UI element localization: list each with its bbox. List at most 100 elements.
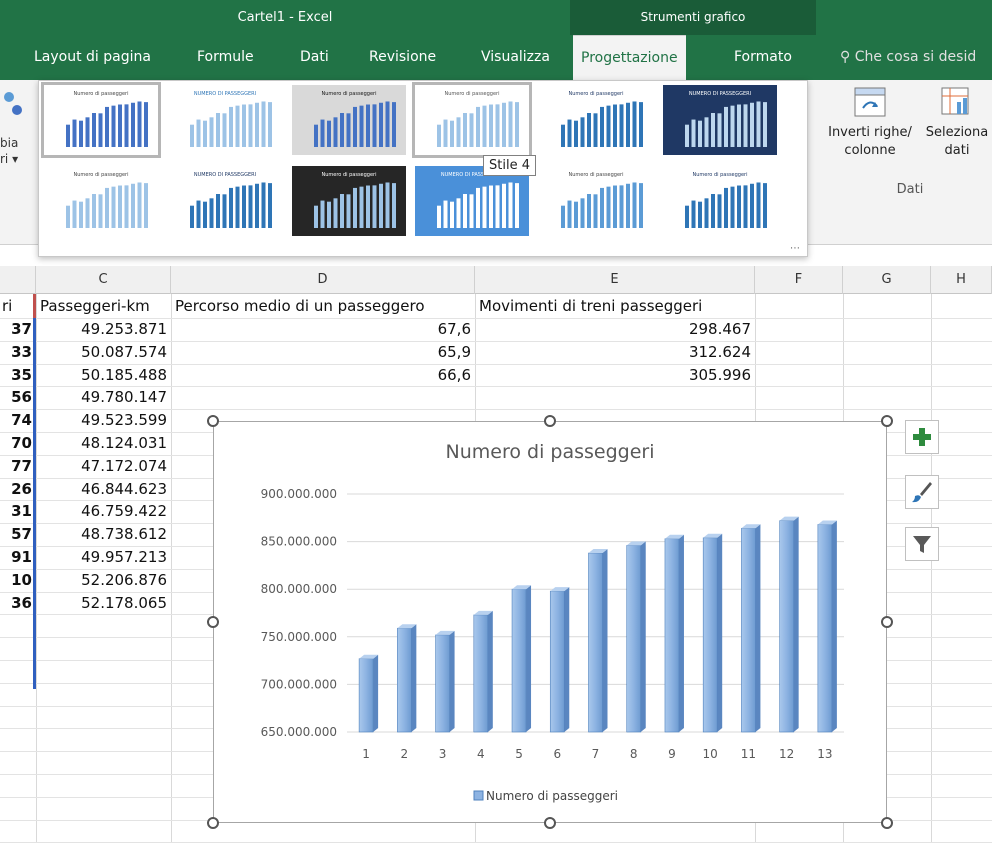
cell-b[interactable]: 33 [0,341,32,363]
cell-e[interactable]: 305.996 [479,364,751,386]
cell-c[interactable]: 49.523.599 [40,409,167,431]
column-header-b[interactable] [0,266,36,294]
chart-style-option[interactable]: Numero di passeggeri [412,82,532,158]
chart-style-option[interactable]: Numero di passeggeri [292,166,406,236]
chart-style-preview-bar [105,106,109,147]
cell-c[interactable]: 46.759.422 [40,500,167,522]
chart-style-preview-bar [606,105,611,147]
chart-style-preview-bar [340,113,344,147]
cell-d[interactable]: 65,9 [175,341,471,363]
filter-icon [913,536,931,553]
chart-style-option[interactable]: Numero di passeggeri [44,166,158,236]
cell-b[interactable]: 37 [0,318,32,340]
tab-visualizza[interactable]: Visualizza [481,35,550,80]
chart-style-preview-bar [222,194,227,228]
header-cell-e[interactable]: Movimenti di treni passeggeri [479,295,702,317]
column-header-f[interactable]: F [755,266,843,294]
tab-layout-di-pagina[interactable]: Layout di pagina [34,35,151,80]
cell-b[interactable]: 77 [0,455,32,477]
gallery-expand-icon[interactable]: ⋯ [790,243,800,254]
cell-d[interactable]: 66,6 [175,364,471,386]
cell-b[interactable]: 26 [0,478,32,500]
style-tooltip: Stile 4 [483,155,536,176]
header-cell-c[interactable]: Passeggeri-km [40,295,150,317]
chart-style-preview-bar [691,200,696,228]
header-cell-b[interactable]: ri [2,295,12,317]
column-header-e[interactable]: E [475,266,755,294]
cell-c[interactable]: 49.253.871 [40,318,167,340]
chart-style-option[interactable]: Numero di passeggeri [292,85,406,155]
chart-style-preview-bar [698,120,702,147]
chart-style-option[interactable]: NUMERO DI PASSEGGERI [663,85,777,155]
column-header-c[interactable]: C [36,266,171,294]
embedded-chart[interactable]: Numero di passeggeri 1 2 3 4 5 6 7 8 9 10 11 12 13 9… [213,421,887,823]
cell-c[interactable]: 50.185.488 [40,364,167,386]
resize-handle[interactable] [544,817,556,829]
chart-bar-side [602,549,608,732]
resize-handle[interactable] [207,616,219,628]
chart-styles-button[interactable] [905,475,939,509]
tell-me-search[interactable]: ⚲ Che cosa si desid [840,35,976,80]
chart-style-option[interactable]: NUMERO DI PASSEGGERI [168,166,282,236]
cell-b[interactable]: 10 [0,569,32,591]
chart-style-option[interactable]: Numero di passeggeri [41,82,161,158]
cell-c[interactable]: 48.124.031 [40,432,167,454]
chart-style-preview-bar [320,119,325,147]
cell-c[interactable]: 52.206.876 [40,569,167,591]
header-cell-d[interactable]: Percorso medio di un passeggero [175,295,425,317]
resize-handle[interactable] [881,616,893,628]
chart-style-option[interactable]: Numero di passeggeri [663,166,777,236]
chart-style-option[interactable]: NUMERO DI PASSEGGERI [168,85,282,155]
cell-b[interactable]: 36 [0,592,32,614]
tab-formule[interactable]: Formule [197,35,254,80]
chart-bar-side [487,610,493,732]
chart-style-option[interactable]: Numero di passeggeri [539,85,653,155]
tab-dati[interactable]: Dati [300,35,329,80]
tab-revisione[interactable]: Revisione [369,35,436,80]
tab-formato[interactable]: Formato [734,35,792,80]
cell-b[interactable]: 74 [0,409,32,431]
y-tick-label: 850.000.000 [261,535,337,549]
legend-label[interactable]: Numero di passeggeri [486,789,618,803]
cell-c[interactable]: 46.844.623 [40,478,167,500]
cell-e[interactable]: 312.624 [479,341,751,363]
chart-style-preview-bar [196,119,201,147]
cell-c[interactable]: 50.087.574 [40,341,167,363]
cell-c[interactable]: 48.738.612 [40,523,167,545]
cell-c[interactable]: 52.178.065 [40,592,167,614]
cell-b[interactable]: 31 [0,500,32,522]
chart-style-preview-bar [216,113,220,147]
cell-c[interactable]: 49.957.213 [40,546,167,568]
chart-style-preview-bar [711,194,715,228]
resize-handle[interactable] [207,415,219,427]
resize-handle[interactable] [881,817,893,829]
column-header-d[interactable]: D [171,266,475,294]
cell-c[interactable]: 47.172.074 [40,455,167,477]
chart-elements-button[interactable] [905,420,939,454]
select-data-button[interactable]: Seleziona dati [922,86,992,160]
column-header-g[interactable]: G [843,266,931,294]
cell-b[interactable]: 70 [0,432,32,454]
chart-style-option[interactable]: Numero di passeggeri [539,166,653,236]
tab-progettazione[interactable]: Progettazione [573,35,686,81]
switch-row-column-button[interactable]: Inverti righe/ colonne [820,86,920,160]
cell-e[interactable]: 298.467 [479,318,751,340]
chart-style-preview-title: Numero di passeggeri [445,91,500,97]
chart-style-option[interactable]: NUMERO DI PASSEGGERI [415,166,529,236]
color-dot-icon [12,105,22,115]
resize-handle[interactable] [207,817,219,829]
column-header-h[interactable]: H [931,266,992,294]
resize-handle[interactable] [881,415,893,427]
chart-style-preview-bar [235,186,240,228]
cell-b[interactable]: 57 [0,523,32,545]
cell-d[interactable]: 67,6 [175,318,471,340]
resize-handle[interactable] [544,415,556,427]
chart-filters-button[interactable] [905,527,939,561]
cell-b[interactable]: 56 [0,386,32,408]
cell-b[interactable]: 35 [0,364,32,386]
cell-b[interactable]: 91 [0,546,32,568]
chart-style-preview-bar [717,113,722,147]
change-colors-button[interactable]: bia ri ▾ [0,135,18,167]
cell-c[interactable]: 49.780.147 [40,386,167,408]
chart-title[interactable]: Numero di passeggeri [446,441,655,463]
